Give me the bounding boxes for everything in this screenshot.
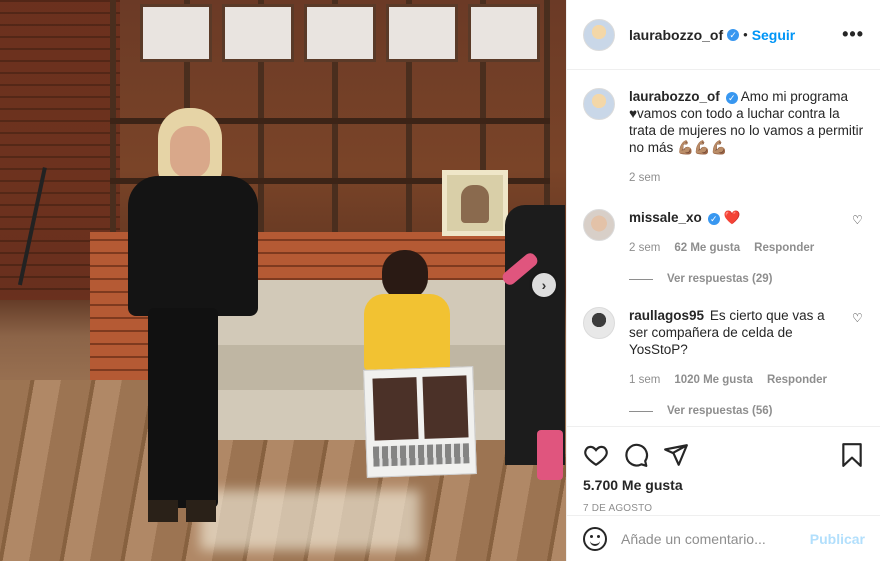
likes-count[interactable]: 5.700 Me gusta: [583, 477, 865, 493]
post-actions: 5.700 Me gusta 7 DE AGOSTO: [567, 426, 880, 514]
reply-button[interactable]: Responder: [767, 372, 827, 389]
comment-username[interactable]: missale_xo: [629, 210, 702, 225]
comment-likes[interactable]: 62 Me gusta: [674, 240, 740, 257]
view-replies-button[interactable]: Ver respuestas (29): [629, 273, 864, 285]
pink-boot: [537, 430, 563, 480]
framed-picture: [442, 170, 508, 236]
seated-person: [360, 250, 450, 370]
publish-button[interactable]: Publicar: [810, 531, 865, 547]
emoji-icon[interactable]: [583, 526, 607, 551]
author-avatar[interactable]: [583, 18, 615, 51]
comment-text: ❤️: [723, 210, 741, 225]
reply-button[interactable]: Responder: [754, 240, 814, 257]
dot-separator: •: [743, 27, 748, 42]
standing-woman: [118, 108, 258, 528]
view-replies-label: Ver respuestas (56): [667, 405, 773, 417]
verified-badge-icon: ✓: [727, 28, 740, 41]
comment-likes[interactable]: 1020 Me gusta: [674, 372, 753, 389]
post-header: laurabozzo_of ✓ • Seguir •••: [567, 0, 880, 70]
standing-person-right: [505, 205, 565, 465]
post-side-panel: laurabozzo_of ✓ • Seguir ••• laurabozzo_…: [566, 0, 880, 561]
heart-icon[interactable]: [583, 442, 609, 468]
caption-time[interactable]: 2 sem: [629, 170, 660, 187]
view-replies-button[interactable]: Ver respuestas (56): [629, 405, 864, 417]
comment-like-heart-icon[interactable]: ♡: [852, 311, 864, 325]
comments-list[interactable]: laurabozzo_of ✓ Amo mi programa ♥vamos co…: [567, 70, 880, 426]
view-replies-label: Ver respuestas (29): [667, 273, 773, 285]
caption-text-2: ♥vamos con todo a luchar contra la trata…: [629, 106, 864, 155]
verified-badge-icon: ✓: [725, 92, 738, 104]
comment-like-heart-icon[interactable]: ♡: [852, 213, 864, 227]
share-icon[interactable]: [663, 442, 689, 468]
replies-divider: [629, 410, 653, 412]
held-poster: [363, 366, 477, 478]
comment: missale_xo ✓ ❤️ 2 sem 62 Me gusta Respond…: [583, 209, 864, 285]
comment-time[interactable]: 2 sem: [629, 240, 660, 257]
next-arrow-icon[interactable]: ›: [532, 273, 556, 297]
caption-text-1: Amo mi programa: [740, 89, 849, 104]
more-options-icon[interactable]: •••: [842, 24, 864, 45]
comment-input[interactable]: [621, 530, 810, 547]
commenter-avatar[interactable]: [583, 307, 615, 339]
studio-windows: [140, 4, 540, 62]
action-icons: [583, 435, 865, 475]
comment-username[interactable]: raullagos95: [629, 308, 704, 323]
comment-icon[interactable]: [623, 442, 649, 468]
author-avatar[interactable]: [583, 88, 615, 120]
comment-time[interactable]: 1 sem: [629, 372, 660, 389]
verified-badge-icon: ✓: [707, 213, 720, 225]
caption: laurabozzo_of ✓ Amo mi programa ♥vamos co…: [583, 88, 864, 187]
author-username[interactable]: laurabozzo_of: [629, 27, 723, 43]
caption-username[interactable]: laurabozzo_of: [629, 89, 720, 104]
bookmark-icon[interactable]: [839, 442, 865, 468]
follow-button[interactable]: Seguir: [752, 27, 796, 43]
post-date[interactable]: 7 DE AGOSTO: [583, 503, 865, 514]
post-photo[interactable]: ›: [0, 0, 566, 561]
commenter-avatar[interactable]: [583, 209, 615, 241]
add-comment-bar: Publicar: [567, 515, 880, 561]
comment: raullagos95 Es cierto que vas a ser comp…: [583, 307, 864, 417]
replies-divider: [629, 278, 653, 280]
instagram-post: › laurabozzo_of ✓ • Seguir ••• laurabozz…: [0, 0, 880, 561]
